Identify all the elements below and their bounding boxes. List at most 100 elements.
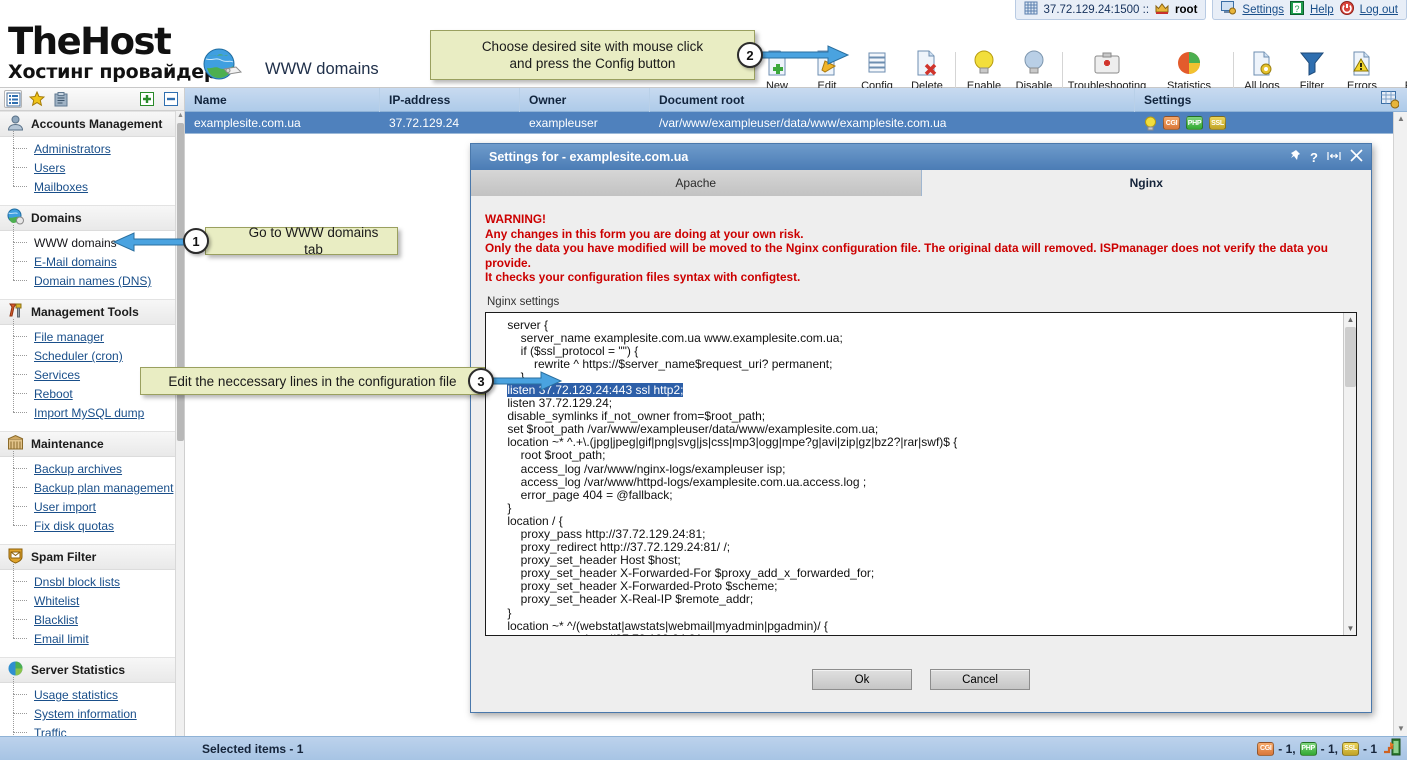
yellow-bulb-icon [972,48,996,78]
warning-line: It checks your configuration files synta… [485,270,801,284]
ok-button[interactable]: Ok [812,669,912,690]
logout-link[interactable]: Log out [1360,4,1398,16]
warning-triangle-icon [1348,48,1376,78]
close-icon[interactable] [1350,149,1363,165]
toolbar-divider [955,52,956,92]
nginx-config-text[interactable]: server { server_name examplesite.com.ua … [486,313,1356,635]
sidebar-item-system-information[interactable]: System information [0,696,184,724]
callout-text: Choose desired site with mouse click and… [481,39,704,71]
server-info-group: 37.72.129.24:1500 :: root [1014,0,1207,20]
sidebar-item-import-mysql-dump[interactable]: Import MySQL dump [0,395,184,423]
column-header-owner[interactable]: Owner [520,88,650,112]
brand-logo: TheHost Хостинг провайдер [8,22,218,83]
sidebar-group-title: Accounts Management [31,117,163,131]
sidebar-item-users[interactable]: Users [0,150,184,178]
sidebar-item-file-manager[interactable]: File manager [0,319,184,347]
column-header-name[interactable]: Name [185,88,380,112]
clipboard-icon[interactable] [52,90,70,108]
sidebar-group-items: Dnsbl block lists Whitelist Blacklist Em… [0,564,184,651]
pie-chart-icon [1176,48,1202,78]
help-icon[interactable]: ? [1310,150,1318,165]
callout-text: Go to WWW domains tab [248,225,379,257]
scroll-up-arrow-icon[interactable]: ▲ [1394,112,1407,126]
logout-power-icon[interactable] [1339,1,1354,18]
warning-line: provide. [485,255,531,270]
bulb-icon[interactable] [1144,116,1157,131]
scroll-up-arrow-icon[interactable]: ▲ [177,111,184,121]
enter-door-icon[interactable] [1383,738,1401,759]
sidebar-item-administrators[interactable]: Administrators [0,131,184,159]
crown-icon [1155,2,1169,18]
sidebar-group-title: Maintenance [31,437,104,451]
scroll-down-arrow-icon[interactable]: ▼ [1344,622,1356,635]
funnel-icon [1299,48,1325,78]
pin-icon[interactable] [1290,149,1301,165]
collapse-minus-icon[interactable] [162,90,180,108]
badge-cgi[interactable]: CGI [1163,116,1180,130]
expand-plus-icon[interactable] [138,90,156,108]
shield-mail-icon [7,547,24,567]
nginx-config-editor[interactable]: server { server_name examplesite.com.ua … [485,311,1357,636]
sidebar-item-domain-names-dns[interactable]: Domain names (DNS) [0,263,184,291]
help-icon[interactable]: ? [1289,1,1304,18]
grid-settings-icon[interactable] [1381,91,1400,112]
sidebar-item-usage-statistics[interactable]: Usage statistics [0,677,184,705]
sidebar-item-blacklist[interactable]: Blacklist [0,602,184,630]
settings-icon[interactable] [1221,1,1237,18]
badge-ssl: SSL [1341,741,1359,756]
dialog-title-bar: Settings for - examplesite.com.ua ? [471,144,1371,170]
tab-apache[interactable]: Apache [471,170,922,196]
column-header-document-root[interactable]: Document root [650,88,1135,112]
help-link[interactable]: Help [1310,4,1334,16]
badge-php[interactable]: PHP [1186,116,1203,130]
resize-icon[interactable] [1327,150,1341,165]
logs-gear-icon [1248,48,1276,78]
sidebar-item-scheduler-cron[interactable]: Scheduler (cron) [0,338,184,366]
sidebar-item-email-domains[interactable]: E-Mail domains [0,244,184,272]
current-user: root [1175,3,1198,16]
sidebar-item-whitelist[interactable]: Whitelist [0,583,184,611]
sidebar-item-fix-disk-quotas[interactable]: Fix disk quotas [0,508,184,536]
warning-message: WARNING! Any changes in this form you ar… [485,212,1357,285]
sidebar-group-title: Domains [31,211,82,225]
page-title: WWW domains [265,60,379,78]
server-address: 37.72.129.24:1500 :: [1043,3,1150,16]
sidebar-group-maintenance[interactable]: Maintenance [0,431,184,457]
sidebar-scrollbar[interactable]: ▲ ▼ [175,111,184,760]
cancel-button[interactable]: Cancel [930,669,1030,690]
sidebar-group-spam-filter[interactable]: Spam Filter [0,544,184,570]
selected-items-label: Selected items - 1 [202,741,304,756]
nginx-settings-label: Nginx settings [487,295,560,308]
table-row[interactable]: examplesite.com.ua 37.72.129.24 exampleu… [185,112,1407,134]
sidebar-item-backup-plan-management[interactable]: Backup plan management [0,470,184,498]
sidebar-item-user-import[interactable]: User import [0,489,184,517]
editor-scrollbar[interactable]: ▲ ▼ [1343,312,1356,635]
dialog-tabs: Apache Nginx [471,170,1371,196]
settings-link[interactable]: Settings [1242,4,1284,16]
toolbar-divider [1233,52,1234,92]
star-icon[interactable] [28,90,46,108]
sidebar-group-server-statistics[interactable]: Server Statistics [0,657,184,683]
scroll-down-arrow-icon[interactable]: ▼ [1394,722,1407,736]
user-icon [7,114,24,134]
delete-page-icon [913,48,941,78]
dialog-title: Settings for - examplesite.com.ua [489,150,689,164]
list-view-icon[interactable] [4,90,22,108]
sidebar-item-dnsbl-block-lists[interactable]: Dnsbl block lists [0,564,184,592]
editor-scroll-thumb[interactable] [1345,326,1356,387]
sidebar-group-accounts-management[interactable]: Accounts Management [0,111,184,137]
sidebar-group-management-tools[interactable]: Management Tools [0,299,184,325]
tab-nginx[interactable]: Nginx [921,170,1371,196]
cell-settings: CGI PHP SSL [1135,112,1407,134]
scroll-up-arrow-icon[interactable]: ▲ [1344,313,1356,326]
column-header-settings[interactable]: Settings [1135,88,1407,112]
column-header-ip-address[interactable]: IP-address [380,88,520,112]
count-ssl: - 1 [1362,741,1377,756]
sidebar-group-domains[interactable]: Domains [0,205,184,231]
badge-ssl[interactable]: SSL [1209,116,1226,130]
sidebar-item-backup-archives[interactable]: Backup archives [0,451,184,479]
sidebar-item-email-limit[interactable]: Email limit [0,621,184,649]
table-scrollbar[interactable]: ▲ ▼ [1393,112,1407,736]
sidebar-item-mailboxes[interactable]: Mailboxes [0,169,184,197]
cell-name: examplesite.com.ua [194,116,301,130]
